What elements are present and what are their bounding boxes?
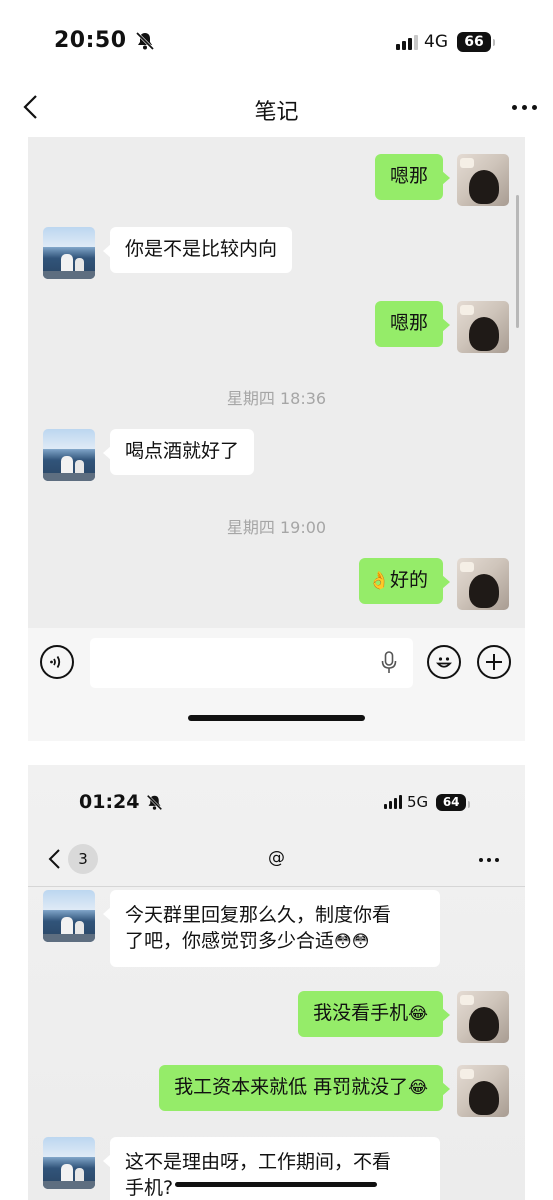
page-title: 笔记 [254,100,299,125]
avatar-self[interactable] [457,1065,509,1117]
bell-slash-icon [135,31,154,51]
flushed-face-emoji: 😳😳 [334,931,370,952]
laughing-crying-emoji: 😂 [408,1078,428,1098]
message-text: 我没看手机 [313,1002,409,1024]
message-bubble-sent[interactable]: 嗯那 [374,154,451,200]
avatar-self[interactable] [457,301,509,353]
home-indicator [188,715,365,721]
message-bubble-received[interactable]: 你是不是比较内向 [102,227,293,273]
bell-slash-icon [146,794,163,811]
signal-icon [396,34,418,50]
message-text: 好的 [389,569,428,591]
emoji-icon[interactable] [427,645,461,679]
message-bubble-sent[interactable]: 👌好的 [358,558,451,604]
battery-icon: 66 [457,32,495,52]
message-input[interactable] [90,638,413,688]
signal-icon [384,795,402,809]
status-indicators: 5G 64 [384,793,471,811]
avatar-contact[interactable] [43,227,95,279]
status-time: 20:50 [54,28,155,53]
plus-icon[interactable] [477,645,511,679]
message-bubble-sent[interactable]: 我没看手机😂 [298,991,450,1037]
network-type: 4G [424,32,448,52]
message-line: 了吧，你感觉罚多少合适😳😳 [125,929,370,952]
avatar-self[interactable] [457,154,509,206]
battery-icon: 64 [436,793,471,811]
home-indicator [175,1182,377,1187]
message-bubble-sent[interactable]: 嗯那 [374,301,451,347]
avatar-contact[interactable] [43,890,95,942]
message-line: 手机? [125,1176,174,1199]
message-line: 这不是理由呀，工作期间，不看 [125,1151,392,1173]
avatar-self[interactable] [457,558,509,610]
input-bar [28,628,525,741]
ok-hand-emoji: 👌 [368,571,390,591]
mic-icon[interactable] [381,651,397,675]
more-dots-icon[interactable] [512,105,537,110]
chat-screenshot-1: 嗯那 你是不是比较内向 嗯那 星期四 18:36 喝点酒就好了 星期四 19:0… [28,137,525,741]
voice-input-icon[interactable] [40,645,74,679]
message-timestamp: 星期四 18:36 [226,389,327,408]
network-type: 5G [407,793,429,811]
status-indicators: 4G 66 [396,32,495,52]
message-bubble-received[interactable]: 今天群里回复那么久，制度你看 了吧，你感觉罚多少合适😳😳 [103,890,440,968]
message-text: 我工资本来就低 再罚就没了 [174,1076,409,1098]
message-bubble-sent[interactable]: 我工资本来就低 再罚就没了😂 [159,1065,450,1111]
chat-screenshot-2: 01:24 5G 64 3 @ 今天群里回复那么久，制度你看 了吧，你感觉罚多少… [28,765,525,1200]
message-timestamp: 星期四 19:00 [226,518,327,537]
message-bubble-received[interactable]: 这不是理由呀，工作期间，不看 手机? [103,1137,440,1200]
status-time: 01:24 [79,791,163,813]
chat-title: @ [268,848,285,868]
laughing-crying-emoji: 😂 [408,1004,428,1024]
header-divider [28,886,525,887]
scrollbar [516,195,519,328]
avatar-contact[interactable] [43,429,95,481]
avatar-self[interactable] [457,991,509,1043]
more-dots-icon[interactable] [479,858,499,862]
avatar-contact[interactable] [43,1137,95,1189]
message-line: 今天群里回复那么久，制度你看 [125,904,392,926]
message-bubble-received[interactable]: 喝点酒就好了 [102,429,255,475]
